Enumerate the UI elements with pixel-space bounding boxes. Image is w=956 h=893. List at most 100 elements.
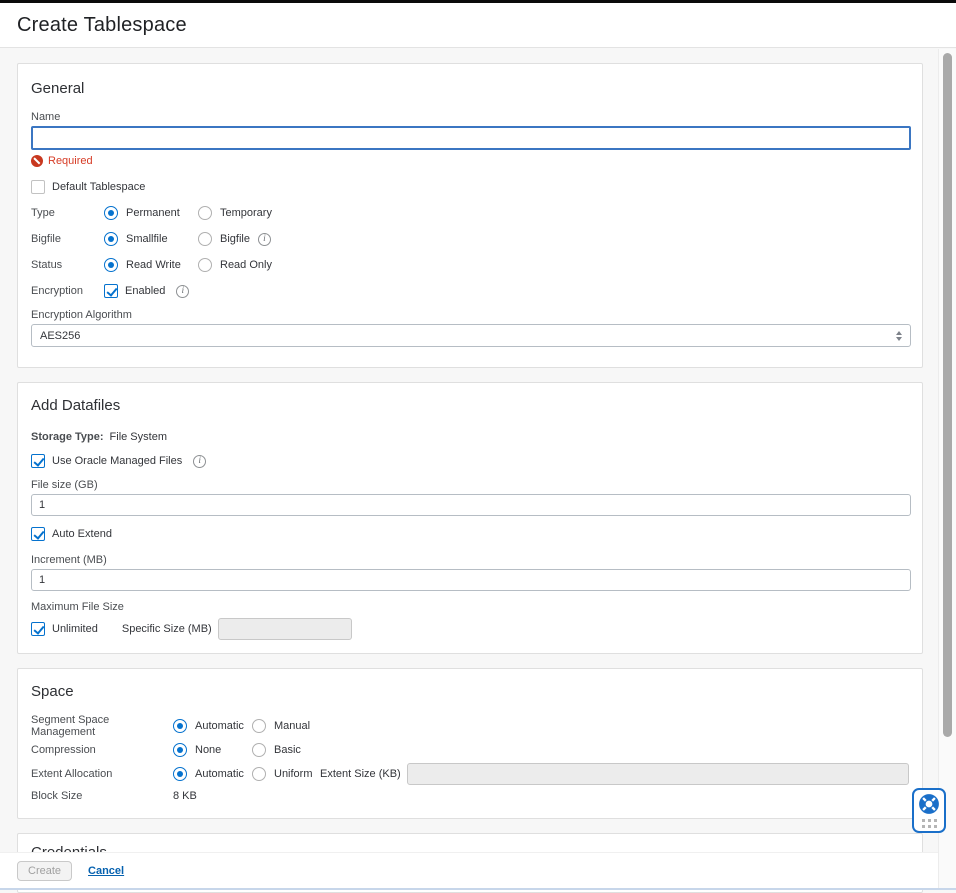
compression-row: Compression None Basic — [31, 742, 909, 758]
max-file-size-label: Maximum File Size — [31, 601, 909, 613]
radio-readonly[interactable] — [198, 258, 212, 272]
omf-checkbox[interactable] — [31, 454, 45, 468]
increment-label: Increment (MB) — [31, 554, 909, 566]
bigfile-option-bigfile[interactable]: Bigfile i — [198, 232, 271, 246]
temporary-label: Temporary — [220, 207, 272, 219]
status-option-readwrite[interactable]: Read Write — [104, 258, 198, 272]
unlimited-option[interactable]: Unlimited — [31, 622, 98, 636]
file-size-input[interactable] — [31, 494, 911, 516]
general-section-title: General — [31, 80, 909, 97]
block-size-value: 8 KB — [173, 790, 197, 802]
specific-size-label: Specific Size (MB) — [122, 623, 212, 635]
specific-size-input[interactable] — [218, 618, 352, 640]
radio-extent-uniform[interactable] — [252, 767, 266, 781]
status-option-readonly[interactable]: Read Only — [198, 258, 272, 272]
radio-compression-basic[interactable] — [252, 743, 266, 757]
encryption-enabled-checkbox[interactable] — [104, 284, 118, 298]
extent-allocation-label: Extent Allocation — [31, 768, 173, 780]
encryption-label: Encryption — [31, 285, 104, 297]
lifebuoy-help-icon[interactable] — [918, 793, 940, 815]
space-section: Space Segment Space Management Automatic… — [17, 668, 923, 819]
storage-type-label: Storage Type: — [31, 431, 104, 443]
ssm-option-manual[interactable]: Manual — [252, 719, 310, 733]
ban-icon — [31, 155, 43, 167]
required-error: Required — [31, 154, 909, 168]
space-title: Space — [31, 683, 909, 700]
unlimited-checkbox[interactable] — [31, 622, 45, 636]
bigfile-info-icon[interactable]: i — [258, 233, 271, 246]
extent-size-label: Extent Size (KB) — [320, 768, 401, 780]
radio-ssm-manual[interactable] — [252, 719, 266, 733]
auto-extend-row: Auto Extend — [31, 526, 909, 542]
auto-extend-checkbox[interactable] — [31, 527, 45, 541]
bigfile-row: Bigfile Smallfile Bigfile i — [31, 231, 909, 247]
compression-basic-label: Basic — [274, 744, 301, 756]
unlimited-row: Unlimited Specific Size (MB) — [31, 617, 909, 641]
encryption-info-icon[interactable]: i — [176, 285, 189, 298]
encryption-algorithm-label: Encryption Algorithm — [31, 309, 909, 321]
cancel-link[interactable]: Cancel — [88, 865, 124, 877]
extent-allocation-row: Extent Allocation Automatic Uniform Exte… — [31, 762, 909, 786]
type-option-permanent[interactable]: Permanent — [104, 206, 198, 220]
storage-type-value: File System — [110, 431, 167, 443]
encryption-algorithm-value: AES256 — [40, 330, 80, 342]
segment-space-label: Segment Space Management — [31, 714, 173, 738]
encryption-algorithm-select[interactable]: AES256 — [31, 324, 911, 347]
readonly-label: Read Only — [220, 259, 272, 271]
permanent-label: Permanent — [126, 207, 180, 219]
smallfile-label: Smallfile — [126, 233, 168, 245]
ssm-option-automatic[interactable]: Automatic — [173, 719, 252, 733]
radio-ssm-automatic[interactable] — [173, 719, 187, 733]
bigfile-option-label: Bigfile — [220, 233, 250, 245]
name-input[interactable] — [31, 126, 911, 150]
main-content: General Name Required Default Tablespace… — [0, 49, 938, 890]
radio-extent-automatic[interactable] — [173, 767, 187, 781]
compression-option-basic[interactable]: Basic — [252, 743, 301, 757]
drag-handle-dots-icon[interactable] — [922, 819, 937, 828]
storage-type-row: Storage Type: File System — [31, 430, 909, 443]
extent-uniform-label: Uniform — [274, 768, 313, 780]
extent-option-automatic[interactable]: Automatic — [173, 767, 252, 781]
extent-option-uniform[interactable]: Uniform — [252, 767, 320, 781]
readwrite-label: Read Write — [126, 259, 181, 271]
extent-automatic-label: Automatic — [195, 768, 244, 780]
bigfile-label: Bigfile — [31, 233, 104, 245]
add-datafiles-title: Add Datafiles — [31, 397, 909, 414]
ssm-manual-label: Manual — [274, 720, 310, 732]
scrollbar-thumb[interactable] — [943, 53, 952, 737]
file-size-label: File size (GB) — [31, 479, 909, 491]
default-tablespace-label: Default Tablespace — [52, 181, 145, 193]
extent-size-input[interactable] — [407, 763, 909, 785]
create-button[interactable]: Create — [17, 861, 72, 881]
encryption-row: Encryption Enabled i — [31, 283, 909, 299]
bigfile-option-smallfile[interactable]: Smallfile — [104, 232, 198, 246]
type-option-temporary[interactable]: Temporary — [198, 206, 272, 220]
radio-bigfile[interactable] — [198, 232, 212, 246]
omf-label: Use Oracle Managed Files — [52, 455, 182, 467]
status-label: Status — [31, 259, 104, 271]
name-label: Name — [31, 111, 909, 123]
select-updown-icon — [896, 331, 902, 341]
radio-temporary[interactable] — [198, 206, 212, 220]
radio-permanent[interactable] — [104, 206, 118, 220]
status-row: Status Read Write Read Only — [31, 257, 909, 273]
block-size-label: Block Size — [31, 790, 173, 802]
enabled-label: Enabled — [125, 285, 165, 297]
general-section: General Name Required Default Tablespace… — [17, 63, 923, 368]
encryption-enabled-option[interactable]: Enabled i — [104, 284, 189, 298]
page-title: Create Tablespace — [17, 14, 187, 37]
block-size-row: Block Size 8 KB — [31, 788, 909, 804]
help-widget[interactable] — [912, 788, 946, 833]
default-tablespace-checkbox[interactable] — [31, 180, 45, 194]
compression-option-none[interactable]: None — [173, 743, 252, 757]
radio-readwrite[interactable] — [104, 258, 118, 272]
radio-smallfile[interactable] — [104, 232, 118, 246]
unlimited-label: Unlimited — [52, 623, 98, 635]
omf-info-icon[interactable]: i — [193, 455, 206, 468]
scrollbar-track[interactable] — [938, 49, 956, 888]
radio-compression-none[interactable] — [173, 743, 187, 757]
compression-label: Compression — [31, 744, 173, 756]
add-datafiles-section: Add Datafiles Storage Type: File System … — [17, 382, 923, 654]
auto-extend-label: Auto Extend — [52, 528, 112, 540]
increment-input[interactable] — [31, 569, 911, 591]
